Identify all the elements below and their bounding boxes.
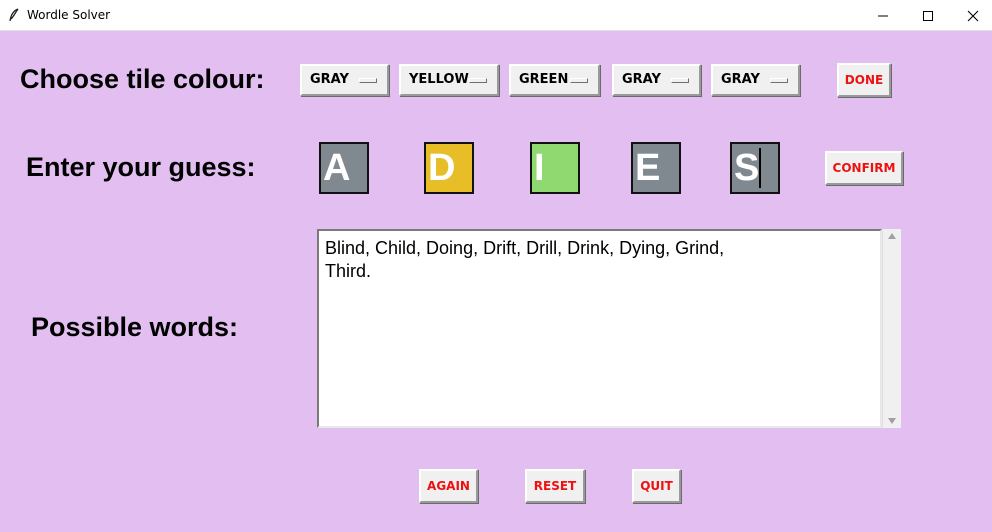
maximize-button[interactable]	[905, 0, 951, 31]
vertical-scrollbar[interactable]	[882, 229, 901, 428]
maximize-icon	[923, 10, 933, 21]
enter-guess-label: Enter your guess:	[26, 152, 256, 182]
choose-colour-label: Choose tile colour:	[20, 64, 265, 94]
guess-tile-4[interactable]: E	[631, 142, 681, 194]
tile-letter: A	[323, 147, 351, 189]
dropdown-indicator-icon	[570, 78, 588, 83]
colour-select-5-value: GRAY	[721, 72, 760, 87]
minimize-icon	[878, 15, 888, 16]
scroll-up-icon[interactable]	[888, 233, 896, 239]
tile-letter: I	[534, 147, 545, 189]
dropdown-indicator-icon	[770, 78, 788, 83]
confirm-button[interactable]: CONFIRM	[825, 151, 903, 185]
again-button[interactable]: AGAIN	[419, 469, 478, 503]
close-icon	[967, 10, 979, 21]
dropdown-indicator-icon	[469, 78, 487, 83]
colour-select-1-value: GRAY	[310, 72, 349, 87]
tile-letter: S	[734, 147, 760, 189]
guess-tile-3[interactable]: I	[530, 142, 580, 194]
tile-letter: E	[635, 147, 661, 189]
tile-letter: D	[428, 147, 456, 189]
guess-tile-2[interactable]: D	[424, 142, 474, 194]
possible-words-line-1: Blind, Child, Doing, Drift, Drill, Drink…	[325, 238, 725, 258]
colour-select-2-value: YELLOW	[409, 72, 469, 87]
colour-select-4[interactable]: GRAY	[612, 64, 701, 96]
guess-tile-5[interactable]: S	[730, 142, 780, 194]
possible-words-line-2: Third.	[325, 261, 372, 281]
done-button[interactable]: DONE	[837, 63, 891, 97]
possible-words-text[interactable]: Blind, Child, Doing, Drift, Drill, Drink…	[317, 229, 882, 428]
colour-select-3[interactable]: GREEN	[509, 64, 600, 96]
text-caret	[759, 148, 761, 188]
colour-select-2[interactable]: YELLOW	[399, 64, 499, 96]
feather-icon	[9, 8, 19, 22]
window-title: Wordle Solver	[27, 8, 111, 22]
quit-button[interactable]: QUIT	[632, 469, 681, 503]
title-bar: Wordle Solver	[0, 0, 992, 31]
colour-select-3-value: GREEN	[519, 72, 569, 87]
dropdown-indicator-icon	[359, 78, 377, 83]
colour-select-1[interactable]: GRAY	[300, 64, 389, 96]
colour-select-5[interactable]: GRAY	[711, 64, 800, 96]
scroll-down-icon[interactable]	[888, 418, 896, 424]
possible-words-label: Possible words:	[31, 312, 239, 342]
reset-button[interactable]: RESET	[525, 469, 585, 503]
minimize-button[interactable]	[860, 0, 906, 31]
close-button[interactable]	[950, 0, 992, 31]
colour-select-4-value: GRAY	[622, 72, 661, 87]
guess-tile-1[interactable]: A	[319, 142, 369, 194]
dropdown-indicator-icon	[671, 78, 689, 83]
